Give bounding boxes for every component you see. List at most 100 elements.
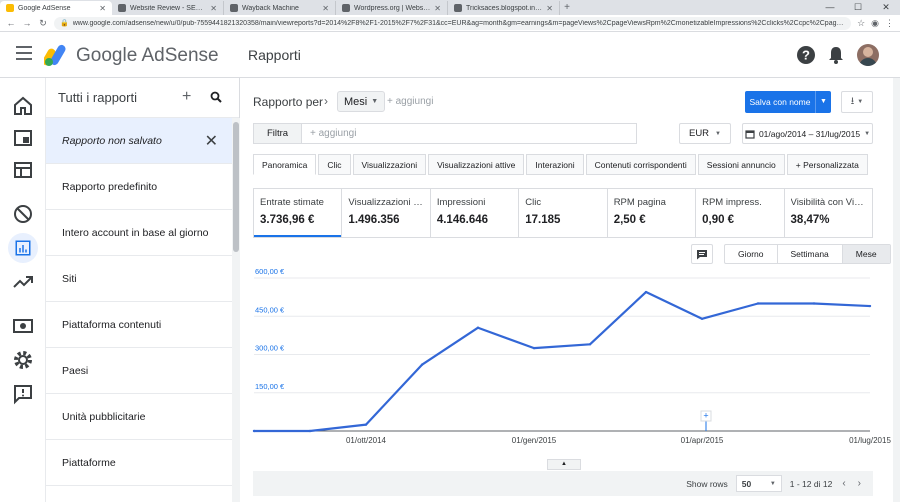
chevron-down-icon: ▼ [864, 130, 871, 137]
panel-title: Tutti i rapporti [58, 90, 137, 105]
y-tick-label: 150,00 € [255, 382, 285, 391]
metric-card[interactable]: Clic 17.185 [519, 189, 608, 237]
avatar[interactable] [857, 44, 879, 66]
comment-icon [697, 249, 707, 259]
ads-icon[interactable] [11, 126, 35, 150]
report-tab[interactable]: Sessioni annuncio [697, 154, 785, 175]
block-icon[interactable] [11, 202, 35, 226]
report-by-label: Rapporto per [253, 95, 324, 109]
save-dropdown-icon[interactable]: ▼ [815, 91, 831, 113]
annotation-button[interactable] [691, 244, 713, 264]
favicon-icon [118, 4, 126, 12]
metric-card[interactable]: Visualizzazioni d... 1.496.356 [342, 189, 431, 237]
browser-tab[interactable]: Tricksaces.blogspot.in | Ca2r.p... ✕ [448, 1, 560, 15]
metric-label: RPM pagina [613, 197, 666, 208]
prev-page-icon[interactable]: ‹ [840, 478, 847, 489]
filter-button[interactable]: Filtra [254, 124, 302, 143]
reports-icon[interactable] [8, 233, 38, 263]
report-item[interactable]: Unità pubblicitarie [46, 394, 232, 440]
date-range-select[interactable]: 01/ago/2014 – 31/lug/2015 ▼ [742, 123, 873, 144]
report-item-unsaved[interactable]: Rapporto non salvato ✕ [46, 118, 232, 164]
lock-icon: 🔒 [60, 20, 69, 27]
reload-icon[interactable]: ↻ [38, 18, 48, 29]
report-item[interactable]: Rapporto predefinito [46, 164, 232, 210]
add-filter-input[interactable]: + aggiungi [302, 128, 356, 139]
browser-tab[interactable]: Google AdSense ✕ [0, 1, 112, 15]
close-tab-icon[interactable]: ✕ [99, 4, 106, 13]
menu-dots-icon[interactable]: ⋮ [885, 18, 894, 29]
report-tab[interactable]: + Personalizzata [786, 154, 868, 175]
metric-card[interactable]: RPM pagina 2,50 € [608, 189, 697, 237]
download-button[interactable]: ⭳ ▼ [841, 91, 873, 113]
close-tab-icon[interactable]: ✕ [434, 4, 441, 13]
feedback-icon[interactable] [11, 382, 35, 406]
granularity-option[interactable]: Giorno [725, 245, 778, 263]
metrics-row: Entrate stimate 3.736,96 € Visualizzazioni… [253, 188, 873, 238]
close-icon[interactable]: ✕ [205, 131, 218, 151]
report-item[interactable]: Paesi [46, 348, 232, 394]
extension-icon[interactable]: ◉ [871, 18, 879, 29]
settings-gear-icon[interactable] [11, 348, 35, 372]
rows-per-page-select[interactable]: 50 ▼ [735, 475, 782, 492]
maximize-icon[interactable]: ☐ [844, 0, 872, 15]
close-tab-icon[interactable]: ✕ [322, 4, 329, 13]
panel-scrollbar-thumb[interactable] [233, 122, 239, 252]
next-page-icon[interactable]: › [856, 478, 863, 489]
metric-value: 1.496.356 [348, 214, 400, 226]
address-bar: ← → ↻ 🔒 www.google.com/adsense/new/u/0/p… [0, 15, 900, 32]
home-icon[interactable] [11, 94, 35, 118]
report-item[interactable]: Intero account in base al giorno [46, 210, 232, 256]
payments-icon[interactable] [11, 314, 35, 338]
metric-card[interactable]: Impressioni 4.146.646 [431, 189, 520, 237]
url-input[interactable]: 🔒 www.google.com/adsense/new/u/0/pub-755… [54, 16, 852, 30]
report-tab[interactable]: Visualizzazioni attive [428, 154, 525, 175]
add-dimension-link[interactable]: + aggiungi [387, 96, 433, 107]
browser-tab[interactable]: Wayback Machine ✕ [224, 1, 336, 15]
report-tab[interactable]: Clic [318, 154, 351, 175]
back-icon[interactable]: ← [6, 18, 16, 28]
currency-select[interactable]: EUR ▼ [679, 123, 731, 144]
chevron-down-icon: ▼ [715, 130, 721, 137]
help-icon[interactable]: ? [796, 45, 816, 65]
save-as-button[interactable]: Salva con nome ▼ [745, 91, 831, 113]
close-tab-icon[interactable]: ✕ [546, 4, 553, 13]
report-tab[interactable]: Panoramica [253, 154, 317, 175]
bar-chart-icon [15, 240, 31, 256]
sites-icon[interactable] [11, 158, 35, 182]
metric-card[interactable]: Visibilità con Vis... 38,47% [785, 189, 872, 237]
main-scrollbar[interactable] [893, 78, 900, 502]
report-tab[interactable]: Contenuti corrispondenti [585, 154, 696, 175]
report-tab[interactable]: Interazioni [526, 154, 584, 175]
notification-bell-icon[interactable] [826, 45, 846, 65]
metric-card[interactable]: RPM impress. 0,90 € [696, 189, 785, 237]
minimize-icon[interactable]: — [816, 0, 844, 15]
granularity-option[interactable]: Mese [842, 245, 890, 263]
report-item[interactable]: Piattaforme [46, 440, 232, 486]
collapse-chart-button[interactable]: ▲ [547, 459, 581, 470]
metric-label: Visualizzazioni d... [348, 197, 424, 208]
dimension-chip[interactable]: Mesi ▼ [337, 91, 386, 112]
granularity-option[interactable]: Settimana [778, 245, 843, 263]
url-text: www.google.com/adsense/new/u/0/pub-75594… [72, 19, 846, 27]
search-icon[interactable] [210, 91, 222, 103]
date-range-value: 01/ago/2014 – 31/lug/2015 [758, 128, 861, 139]
chevron-down-icon: ▼ [371, 98, 379, 105]
forward-icon[interactable]: → [22, 18, 32, 28]
metric-card[interactable]: Entrate stimate 3.736,96 € [254, 189, 343, 237]
star-icon[interactable]: ☆ [857, 18, 865, 29]
browser-tab[interactable]: Website Review - SEO TOOL | Ra... ✕ [112, 1, 224, 15]
metric-value: 2,50 € [613, 214, 646, 226]
browser-tab[interactable]: Wordpress.org | Website Review...✕ [336, 1, 448, 15]
report-tab[interactable]: Visualizzazioni [352, 154, 427, 175]
panel-header: Tutti i rapporti + [46, 78, 239, 118]
report-item[interactable]: Piattaforma contenuti [46, 302, 232, 348]
report-item[interactable]: Siti [46, 256, 232, 302]
menu-icon[interactable] [16, 46, 32, 60]
trending-icon[interactable] [11, 270, 35, 294]
data-point [476, 326, 480, 329]
close-tab-icon[interactable]: ✕ [210, 4, 217, 13]
new-tab-button[interactable]: + [560, 1, 574, 15]
close-window-icon[interactable]: ✕ [872, 0, 900, 15]
favicon-icon [454, 4, 462, 12]
add-report-button[interactable]: + [182, 88, 191, 106]
